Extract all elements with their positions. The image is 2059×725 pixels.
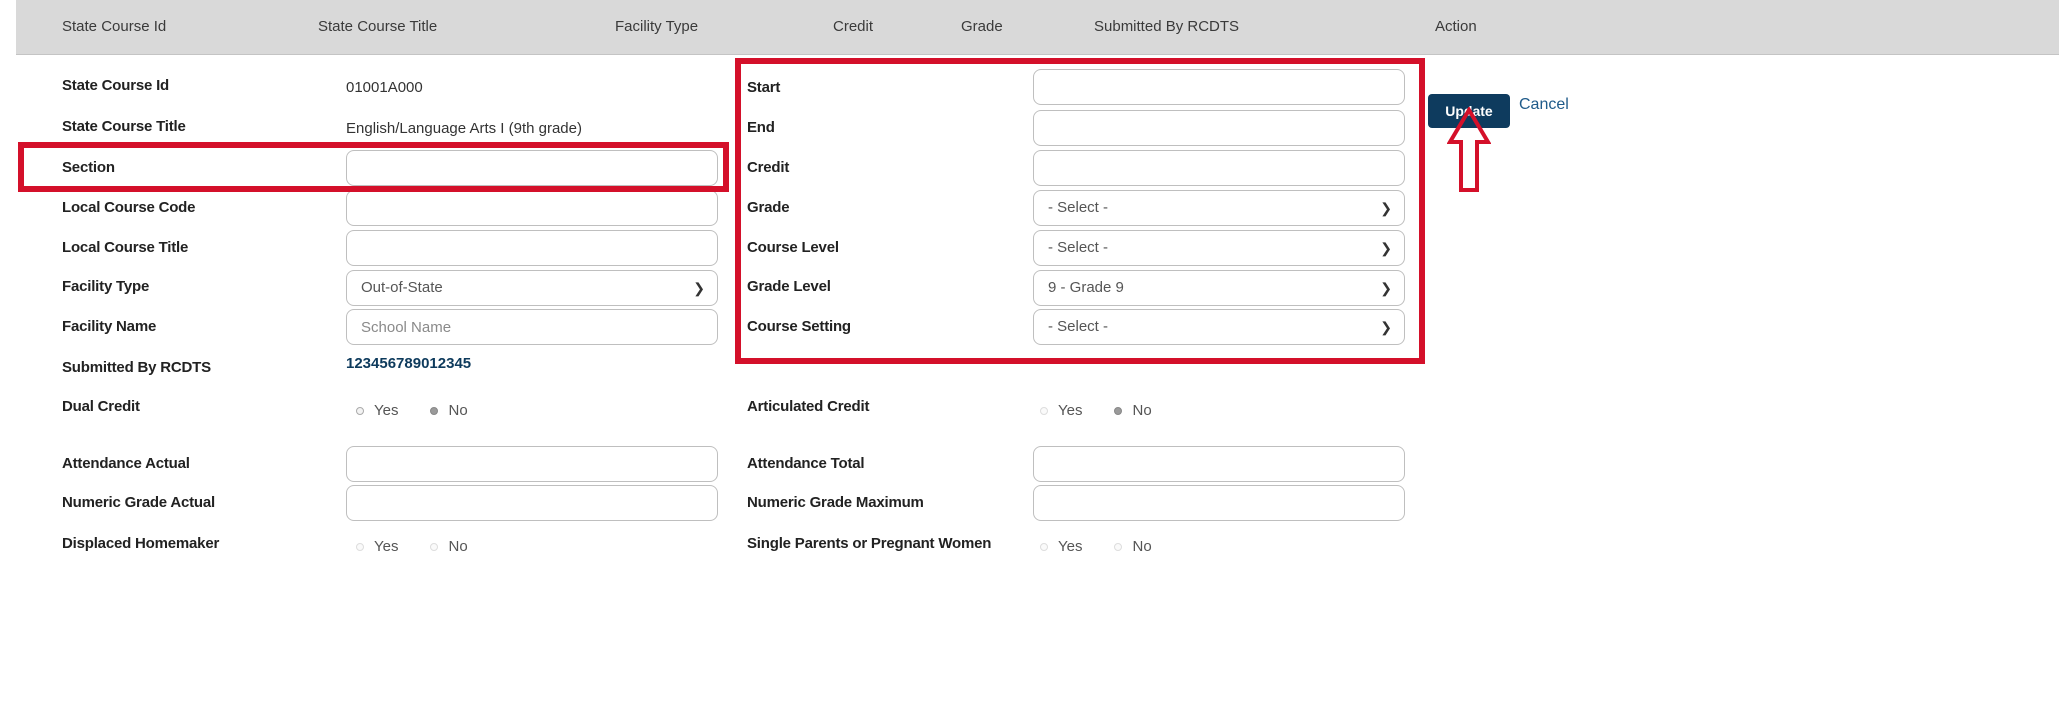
attendance-actual-input[interactable] — [346, 446, 718, 482]
table-header: State Course Id State Course Title Facil… — [16, 0, 2059, 55]
facility-name-input[interactable] — [346, 309, 718, 345]
submitted-by-label: Submitted By RCDTS — [62, 359, 211, 376]
header-action: Action — [1435, 18, 1477, 35]
local-course-title-label: Local Course Title — [62, 239, 189, 256]
local-course-code-input[interactable] — [346, 190, 718, 226]
header-credit[interactable]: Credit — [833, 0, 873, 54]
single-parents-label: Single Parents or Pregnant Women — [747, 535, 992, 552]
local-course-code-label: Local Course Code — [62, 199, 196, 216]
radio-checked-icon[interactable] — [1114, 406, 1123, 415]
dual-credit-radio-group: Yes No — [356, 402, 500, 419]
displaced-homemaker-no-label: No — [448, 538, 468, 555]
attendance-total-input[interactable] — [1033, 446, 1405, 482]
dual-credit-yes-label: Yes — [374, 402, 399, 419]
radio-checked-icon[interactable] — [430, 406, 439, 415]
local-course-title-input[interactable] — [346, 230, 718, 266]
articulated-credit-no-option[interactable]: No — [1114, 402, 1152, 419]
state-course-title-label: State Course Title — [62, 118, 186, 135]
attendance-total-label: Attendance Total — [747, 455, 865, 472]
dual-credit-no-label: No — [448, 402, 468, 419]
displaced-homemaker-radio-group: Yes No — [356, 538, 500, 555]
single-parents-yes-option[interactable]: Yes — [1040, 538, 1082, 555]
chevron-down-icon: ❯ — [693, 280, 705, 296]
displaced-homemaker-yes-option[interactable]: Yes — [356, 538, 398, 555]
radio-unchecked-icon[interactable] — [356, 542, 364, 551]
state-course-title-value: English/Language Arts I (9th grade) — [346, 120, 582, 137]
header-grade[interactable]: Grade — [961, 0, 1003, 54]
articulated-credit-yes-option[interactable]: Yes — [1040, 402, 1082, 419]
radio-unchecked-icon[interactable] — [356, 406, 364, 415]
header-state-course-title[interactable]: State Course Title — [318, 0, 437, 54]
facility-type-label: Facility Type — [62, 278, 150, 295]
dual-credit-label: Dual Credit — [62, 398, 140, 415]
state-course-id-label: State Course Id — [62, 77, 170, 94]
displaced-homemaker-label: Displaced Homemaker — [62, 535, 220, 552]
facility-name-label: Facility Name — [62, 318, 157, 335]
numeric-grade-maximum-label: Numeric Grade Maximum — [747, 494, 924, 511]
numeric-grade-actual-label: Numeric Grade Actual — [62, 494, 215, 511]
header-submitted-by[interactable]: Submitted By RCDTS — [1094, 0, 1239, 54]
radio-unchecked-icon[interactable] — [1040, 542, 1048, 551]
state-course-id-value: 01001A000 — [346, 79, 423, 96]
displaced-homemaker-no-option[interactable]: No — [430, 538, 468, 555]
numeric-grade-actual-input[interactable] — [346, 485, 718, 521]
header-facility-type[interactable]: Facility Type — [615, 0, 698, 54]
facility-type-value: Out-of-State — [361, 279, 443, 296]
articulated-credit-label: Articulated Credit — [747, 398, 870, 415]
articulated-credit-radio-group: Yes No — [1040, 402, 1184, 419]
single-parents-no-label: No — [1132, 538, 1152, 555]
cancel-link[interactable]: Cancel — [1519, 96, 1569, 114]
single-parents-radio-group: Yes No — [1040, 538, 1184, 555]
single-parents-yes-label: Yes — [1058, 538, 1083, 555]
attendance-actual-label: Attendance Actual — [62, 455, 190, 472]
articulated-credit-no-label: No — [1132, 402, 1152, 419]
dates-credit-highlight-box — [735, 58, 1425, 364]
submitted-by-value: 123456789012345 — [346, 355, 472, 372]
header-state-course-id[interactable]: State Course Id — [62, 0, 166, 54]
radio-unchecked-icon[interactable] — [1040, 406, 1048, 415]
radio-unchecked-icon[interactable] — [430, 542, 439, 551]
dual-credit-yes-option[interactable]: Yes — [356, 402, 398, 419]
dual-credit-no-option[interactable]: No — [430, 402, 468, 419]
articulated-credit-yes-label: Yes — [1058, 402, 1083, 419]
radio-unchecked-icon[interactable] — [1114, 542, 1123, 551]
numeric-grade-maximum-input[interactable] — [1033, 485, 1405, 521]
displaced-homemaker-yes-label: Yes — [374, 538, 399, 555]
facility-type-select[interactable]: Out-of-State ❯ — [346, 270, 718, 306]
up-arrow-outline-icon — [1447, 107, 1491, 192]
section-highlight-box — [18, 142, 729, 192]
single-parents-no-option[interactable]: No — [1114, 538, 1152, 555]
